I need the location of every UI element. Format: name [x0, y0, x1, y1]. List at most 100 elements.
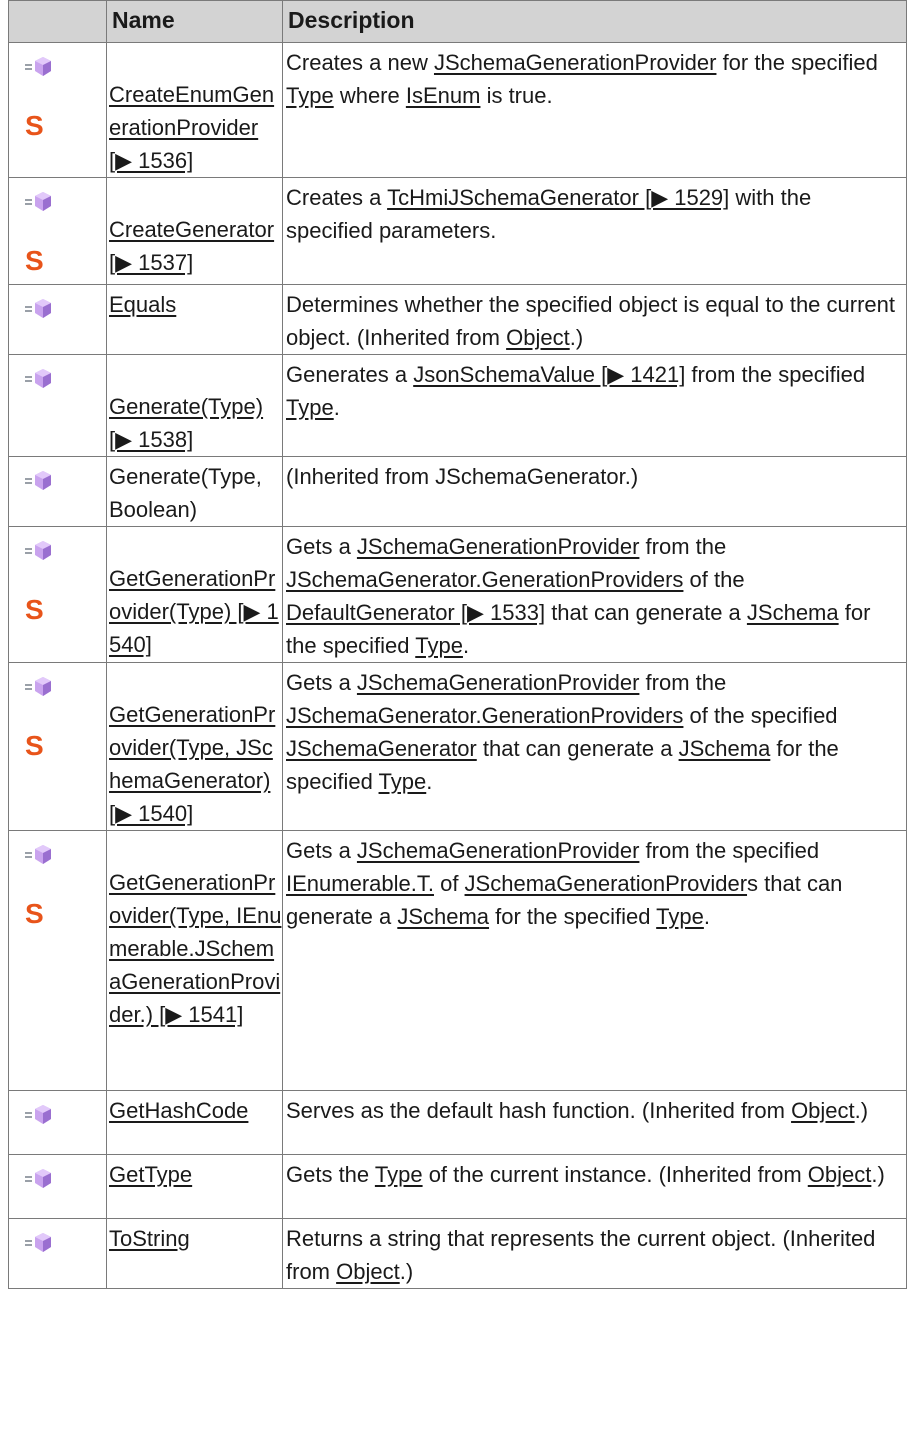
row-icons — [8, 284, 107, 355]
member-name: ToString — [109, 1222, 282, 1255]
description-text: Gets a — [286, 670, 357, 695]
svg-text:S: S — [25, 248, 44, 272]
member-name-cell: Generate(Type, Boolean) — [106, 456, 283, 527]
description-link[interactable]: Type — [415, 633, 463, 658]
description-text: Creates a — [286, 185, 388, 210]
static-member-icon: S — [25, 248, 44, 272]
member-name-link[interactable]: ToString — [109, 1226, 190, 1251]
description-link[interactable]: JSchemaGenerationProvider — [357, 670, 639, 695]
description-text: Gets a — [286, 534, 357, 559]
member-name-link[interactable]: GetGenerationProvider(Type) [▶ 1540] — [109, 566, 279, 657]
header-icon-column — [8, 0, 107, 43]
table-row: Generate(Type) [▶ 1538] Generates a JsonS… — [8, 354, 907, 457]
description-link[interactable]: JSchemaGenerationProvider — [434, 50, 716, 75]
description-link[interactable]: JSchemaGenerator.GenerationProviders — [286, 703, 683, 728]
public-method-icon — [25, 471, 51, 490]
description-link[interactable]: JsonSchemaValue [▶ 1421] — [413, 362, 685, 387]
description-link[interactable]: JSchema — [747, 600, 839, 625]
member-name: GetGenerationProvider(Type) [▶ 1540] — [109, 562, 282, 661]
description-link[interactable]: IsEnum — [406, 83, 481, 108]
static-member-icon: S — [25, 901, 44, 925]
description-link[interactable]: Object — [791, 1098, 855, 1123]
member-name-cell: GetGenerationProvider(Type) [▶ 1540] — [106, 526, 283, 663]
member-name: GetType — [109, 1158, 282, 1191]
description-text: Serves as the default hash function. (In… — [286, 1098, 792, 1123]
svg-text:S: S — [25, 733, 44, 757]
description-text: Gets the — [286, 1162, 375, 1187]
description-text: from the — [639, 670, 727, 695]
table-row: Generate(Type, Boolean) (Inherited from J… — [8, 456, 907, 527]
public-method-icon — [25, 57, 51, 76]
member-name: CreateGenerator [▶ 1537] — [109, 213, 282, 279]
member-name-cell: GetGenerationProvider(Type, IEnumerable.… — [106, 830, 283, 1091]
description-text: .) — [871, 1162, 885, 1187]
description-text: . — [462, 633, 470, 658]
description-text: where — [333, 83, 406, 108]
member-name: CreateEnumGenerationProvider [▶ 1536] — [109, 78, 282, 177]
public-method-icon — [25, 369, 51, 388]
member-name: Equals — [109, 288, 282, 321]
description-link[interactable]: JSchemaGenerator.GenerationProviders — [286, 567, 683, 592]
member-name-cell: Generate(Type) [▶ 1538] — [106, 354, 283, 457]
description-link[interactable]: Type — [379, 769, 427, 794]
description-link[interactable]: JSchema — [397, 904, 489, 929]
member-name-link[interactable]: Generate(Type) [▶ 1538] — [109, 394, 263, 452]
description-link[interactable]: JSchemaGenerationProvider — [357, 838, 639, 863]
static-member-icon: S — [25, 597, 44, 621]
description-text: Determines whether the specified object … — [286, 292, 895, 350]
description-link[interactable]: JSchema — [679, 736, 771, 761]
description-link[interactable]: Object — [336, 1259, 400, 1284]
description-link[interactable]: JSchemaGenerationProvider — [357, 534, 639, 559]
description-link[interactable]: IEnumerable.T. — [286, 871, 434, 896]
description-link[interactable]: TcHmiJSchemaGenerator [▶ 1529] — [387, 185, 729, 210]
public-method-icon — [25, 299, 51, 318]
table-row: Equals Determines whether the specified o… — [8, 284, 907, 355]
member-name-link[interactable]: CreateEnumGenerationProvider [▶ 1536] — [109, 82, 274, 173]
row-icons: S — [8, 42, 107, 178]
member-description: Gets a JSchemaGenerationProvider from th… — [282, 526, 907, 663]
member-name-cell: CreateEnumGenerationProvider [▶ 1536] — [106, 42, 283, 178]
description-link[interactable]: Object — [506, 325, 570, 350]
member-name-link[interactable]: GetGenerationProvider(Type, JSchemaGener… — [109, 702, 275, 826]
description-link[interactable]: Type — [286, 83, 334, 108]
table-row: S GetGenerationProvider(Type, JSchemaGene… — [8, 662, 907, 831]
public-method-icon — [25, 1233, 51, 1252]
member-description: Creates a new JSchemaGenerationProvider … — [282, 42, 907, 178]
description-link[interactable]: JSchemaGenerator — [286, 736, 477, 761]
row-icons — [8, 456, 107, 527]
member-name-cell: ToString — [106, 1218, 283, 1289]
member-description: Creates a TcHmiJSchemaGenerator [▶ 1529]… — [282, 177, 907, 285]
description-link[interactable]: Type — [656, 904, 704, 929]
description-link[interactable]: JSchemaGenerationProvider — [465, 871, 747, 896]
members-table: Name Description S CreateEnumGenerationPr… — [8, 0, 907, 1289]
member-description: Generates a JsonSchemaValue [▶ 1421] fro… — [282, 354, 907, 457]
description-text: that can generate a — [545, 600, 747, 625]
table-row: S GetGenerationProvider(Type) [▶ 1540] Get… — [8, 526, 907, 663]
member-name-link[interactable]: GetGenerationProvider(Type, IEnumerable.… — [109, 870, 281, 1027]
description-text: from the specified — [685, 362, 866, 387]
member-description: Gets a JSchemaGenerationProvider from th… — [282, 830, 907, 1091]
table-row: S GetGenerationProvider(Type, IEnumerable… — [8, 830, 907, 1091]
static-member-icon: S — [25, 113, 44, 137]
member-name-link[interactable]: Equals — [109, 292, 176, 317]
description-text: Generates a — [286, 362, 414, 387]
table-header-row: Name Description — [8, 0, 907, 43]
member-name-cell: GetGenerationProvider(Type, JSchemaGener… — [106, 662, 283, 831]
member-name-cell: GetType — [106, 1154, 283, 1219]
row-icons: S — [8, 177, 107, 285]
description-link[interactable]: Object — [808, 1162, 872, 1187]
description-link[interactable]: Type — [375, 1162, 423, 1187]
description-text: .) — [399, 1259, 414, 1284]
member-name: GetGenerationProvider(Type, JSchemaGener… — [109, 698, 282, 830]
description-text: Creates a new — [286, 50, 434, 75]
row-icons: S — [8, 662, 107, 831]
member-name-cell: Equals — [106, 284, 283, 355]
description-link[interactable]: Type — [286, 395, 334, 420]
table-row: ToString Returns a string that represents… — [8, 1218, 907, 1289]
member-name-link[interactable]: GetType — [109, 1162, 192, 1187]
public-method-icon — [25, 1169, 51, 1188]
member-name-link[interactable]: GetHashCode — [109, 1098, 248, 1123]
row-icons: S — [8, 830, 107, 1091]
member-name-link[interactable]: CreateGenerator [▶ 1537] — [109, 217, 274, 275]
description-link[interactable]: DefaultGenerator [▶ 1533] — [286, 600, 545, 625]
